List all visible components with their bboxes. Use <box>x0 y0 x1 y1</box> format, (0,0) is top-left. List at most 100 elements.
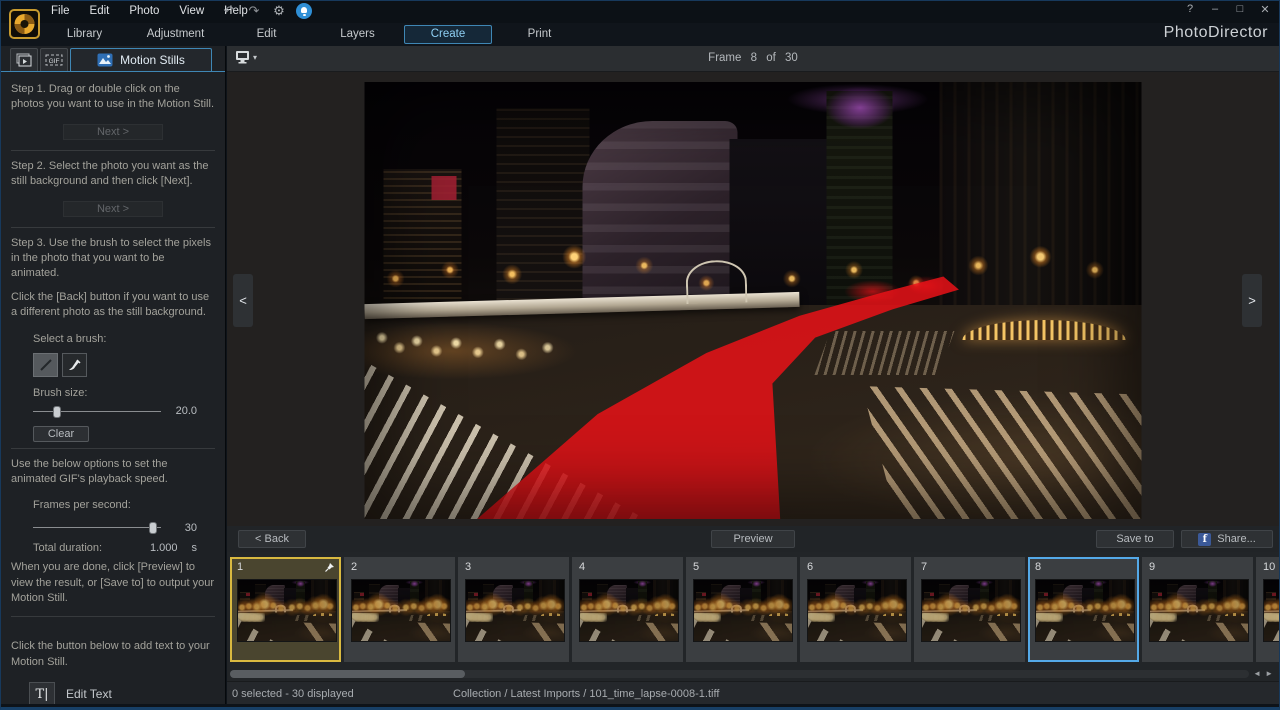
tab-video-slideshow[interactable] <box>10 48 38 71</box>
filmstrip-thumbnail-10[interactable]: 10 <box>1256 557 1279 662</box>
next-frame-button[interactable]: > <box>1242 274 1262 327</box>
frame-current: 8 <box>751 52 757 64</box>
svg-text:GIF: GIF <box>49 58 60 65</box>
thumbnail-image[interactable] <box>351 579 451 642</box>
photo-vignette <box>922 580 1020 641</box>
collection-path: Collection / Latest Imports / 101_time_l… <box>453 688 719 700</box>
fps-slider[interactable] <box>33 521 161 534</box>
sidebar: GIF Motion Stills Step 1. Drag or double… <box>1 46 226 704</box>
brush-size-slider[interactable] <box>33 405 161 418</box>
brush-buttons <box>33 353 215 377</box>
edit-text-label[interactable]: Edit Text <box>66 687 112 701</box>
previous-frame-button[interactable]: < <box>233 274 253 327</box>
redo-icon[interactable]: ↷ <box>246 3 262 19</box>
slider-handle[interactable] <box>149 522 157 534</box>
undo-icon[interactable]: ↶ <box>221 3 237 19</box>
share-button[interactable]: f Share... <box>1181 530 1273 548</box>
filmstrip-thumbnail-3[interactable]: 3 <box>458 557 569 662</box>
gif-speed-text: Use the below options to set the animate… <box>11 457 215 488</box>
night-cityscape-photo <box>365 82 1142 519</box>
thumbnail-image[interactable] <box>1263 579 1279 642</box>
duration-unit: s <box>192 542 198 554</box>
tab-create[interactable]: Create <box>404 25 492 44</box>
scroll-right-icon[interactable]: ► <box>1265 669 1273 678</box>
gear-icon[interactable]: ⚙ <box>271 3 287 19</box>
step1-next-button[interactable]: Next > <box>63 124 163 140</box>
tab-library[interactable]: Library <box>39 23 130 46</box>
tab-edit[interactable]: Edit <box>221 23 312 46</box>
brush-tool-button[interactable] <box>33 353 58 377</box>
tab-layers[interactable]: Layers <box>312 23 403 46</box>
tab-adjustment[interactable]: Adjustment <box>130 23 221 46</box>
filmstrip-thumbnail-4[interactable]: 4 <box>572 557 683 662</box>
night-cityscape-photo <box>238 580 336 641</box>
tab-print[interactable]: Print <box>494 23 585 46</box>
thumbnail-number: 9 <box>1149 561 1155 573</box>
filmstrip-thumbnail-9[interactable]: 9 <box>1142 557 1253 662</box>
thumbnail-image[interactable] <box>693 579 793 642</box>
photo-vignette <box>1264 580 1279 641</box>
maximize-button[interactable]: □ <box>1234 3 1246 16</box>
menu-edit[interactable]: Edit <box>90 5 110 17</box>
tab-motion-stills[interactable]: Motion Stills <box>70 48 212 71</box>
pin-icon <box>324 562 335 573</box>
slider-track[interactable] <box>33 527 161 528</box>
sidebar-tabs: GIF Motion Stills <box>1 46 225 71</box>
filmstrip-thumbnail-7[interactable]: 7 <box>914 557 1025 662</box>
menu-file[interactable]: File <box>51 5 70 17</box>
filmstrip-thumbnail-1[interactable]: 1 <box>230 557 341 662</box>
filmstrip-thumbnail-5[interactable]: 5 <box>686 557 797 662</box>
scroll-left-icon[interactable]: ◄ <box>1253 669 1261 678</box>
slider-track[interactable] <box>33 411 161 412</box>
facebook-icon: f <box>1198 533 1211 546</box>
photo-vignette <box>694 580 792 641</box>
preview-button[interactable]: Preview <box>711 530 795 548</box>
frame-of: of <box>766 52 776 64</box>
help-button[interactable]: ? <box>1184 3 1196 16</box>
step2-next-button[interactable]: Next > <box>63 201 163 217</box>
save-to-button[interactable]: Save to <box>1096 530 1174 548</box>
close-button[interactable]: ✕ <box>1259 3 1271 16</box>
step3-back-hint: Click the [Back] button if you want to u… <box>11 290 215 321</box>
slider-handle[interactable] <box>53 406 61 418</box>
scrollbar-track[interactable] <box>230 670 1249 678</box>
thumbnail-image[interactable] <box>1149 579 1249 642</box>
eraser-brush-button[interactable] <box>62 353 87 377</box>
thumbnail-number: 6 <box>807 561 813 573</box>
filmstrip-thumbnail-6[interactable]: 6 <box>800 557 911 662</box>
tab-gif[interactable]: GIF <box>40 48 68 71</box>
back-button[interactable]: < Back <box>238 530 306 548</box>
thumbnail-image[interactable] <box>579 579 679 642</box>
thumbnail-number: 1 <box>237 561 243 573</box>
thumbnail-image[interactable] <box>807 579 907 642</box>
step1-text: Step 1. Drag or double click on the phot… <box>11 82 215 113</box>
clear-button[interactable]: Clear <box>33 426 89 442</box>
frame-label: Frame <box>708 52 741 64</box>
thumbnail-number: 2 <box>351 561 357 573</box>
thumbnail-image[interactable] <box>465 579 565 642</box>
panel-title: Motion Stills <box>120 53 185 67</box>
menu-photo[interactable]: Photo <box>129 5 159 17</box>
minimize-button[interactable]: – <box>1209 3 1221 16</box>
night-cityscape-photo <box>352 580 450 641</box>
text-tool-icon[interactable]: T| <box>29 682 55 704</box>
scrollbar-thumb[interactable] <box>230 670 465 678</box>
menu-view[interactable]: View <box>179 5 204 17</box>
filmstrip-thumbnail-8[interactable]: 8 <box>1028 557 1139 662</box>
gif-icon: GIF <box>45 53 63 67</box>
separator <box>11 227 215 228</box>
add-text-hint: Click the button below to add text to yo… <box>11 639 215 670</box>
photodirector-window: File Edit Photo View Help ↶ ↷ ⚙ ? – □ ✕ … <box>0 0 1280 710</box>
thumbnail-image[interactable] <box>921 579 1021 642</box>
thumbnail-image[interactable] <box>1035 579 1135 642</box>
filmstrip-scrollbar: ◄ ► <box>227 667 1279 681</box>
main-photo-canvas[interactable] <box>365 82 1142 519</box>
menu-bar: File Edit Photo View Help <box>51 5 248 17</box>
window-controls: ? – □ ✕ <box>1184 3 1271 16</box>
pin-icon <box>324 562 335 576</box>
mode-tabs: Library Adjustment Edit Layers Create Pr… <box>39 23 585 46</box>
thumbnail-image[interactable] <box>237 579 337 642</box>
filmstrip-thumbnail-2[interactable]: 2 <box>344 557 455 662</box>
notification-icon[interactable] <box>296 3 312 19</box>
night-cityscape-photo <box>1036 580 1134 641</box>
